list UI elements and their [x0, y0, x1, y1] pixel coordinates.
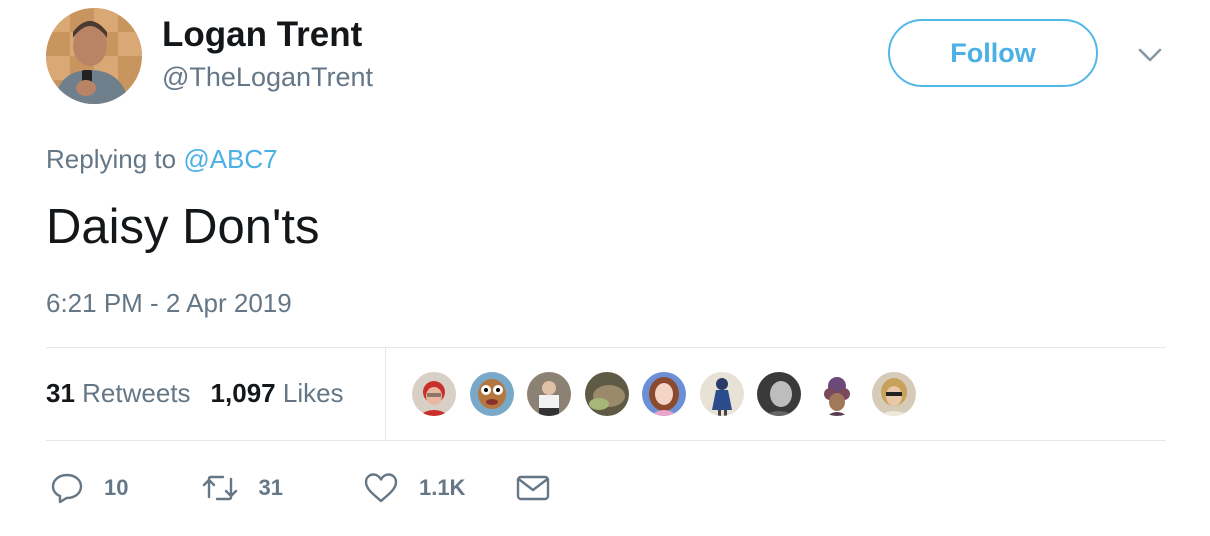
liker-avatar[interactable] — [582, 370, 631, 418]
avatar[interactable] — [46, 8, 142, 104]
reply-action[interactable]: 10 — [50, 468, 128, 508]
reply-count: 10 — [104, 475, 129, 500]
author-name[interactable]: Logan Trent — [162, 14, 362, 56]
tweet-actions: 10 31 1.1K — [50, 468, 551, 508]
tweet-timestamp[interactable]: 6:21 PM - 2 Apr 2019 — [46, 286, 292, 320]
retweets-label: Retweets — [82, 378, 191, 408]
liker-avatar[interactable] — [410, 370, 458, 418]
heart-icon[interactable] — [363, 471, 399, 505]
likes-count: 1,097 — [210, 378, 276, 408]
reply-context: Replying to @ABC7 — [46, 142, 278, 176]
follow-button[interactable]: Follow — [888, 19, 1098, 87]
liker-avatar[interactable] — [467, 370, 516, 418]
liker-avatar[interactable] — [755, 370, 803, 418]
retweets-stat[interactable]: 31 Retweets — [46, 378, 191, 408]
liker-avatar[interactable] — [812, 370, 861, 418]
divider — [46, 347, 1166, 348]
chevron-down-icon[interactable] — [1132, 40, 1168, 70]
retweets-count: 31 — [46, 378, 75, 408]
direct-message-action[interactable] — [515, 468, 551, 508]
liker-avatars — [410, 370, 928, 418]
retweet-action[interactable]: 31 — [202, 468, 283, 508]
likes-label: Likes — [282, 378, 344, 408]
reply-prefix: Replying to — [46, 144, 177, 174]
stats-divider — [385, 347, 386, 440]
tweet-text: Daisy Don'ts — [46, 200, 320, 254]
likes-stat[interactable]: 1,097 Likes — [211, 378, 344, 408]
liker-avatar[interactable] — [640, 370, 688, 418]
retweet-icon[interactable] — [202, 471, 238, 505]
reply-mention-link[interactable]: @ABC7 — [183, 144, 277, 174]
liker-avatar[interactable] — [870, 370, 918, 418]
author-handle[interactable]: @TheLoganTrent — [162, 60, 373, 94]
like-action[interactable]: 1.1K — [363, 468, 465, 508]
message-icon[interactable] — [515, 471, 551, 505]
liker-avatar[interactable] — [525, 370, 573, 418]
retweet-count: 31 — [258, 475, 283, 500]
divider — [46, 440, 1166, 441]
like-count: 1.1K — [418, 475, 466, 500]
liker-avatar[interactable] — [697, 370, 746, 418]
engagement-stats: 31 Retweets 1,097 Likes — [46, 376, 344, 410]
reply-icon[interactable] — [50, 471, 84, 505]
